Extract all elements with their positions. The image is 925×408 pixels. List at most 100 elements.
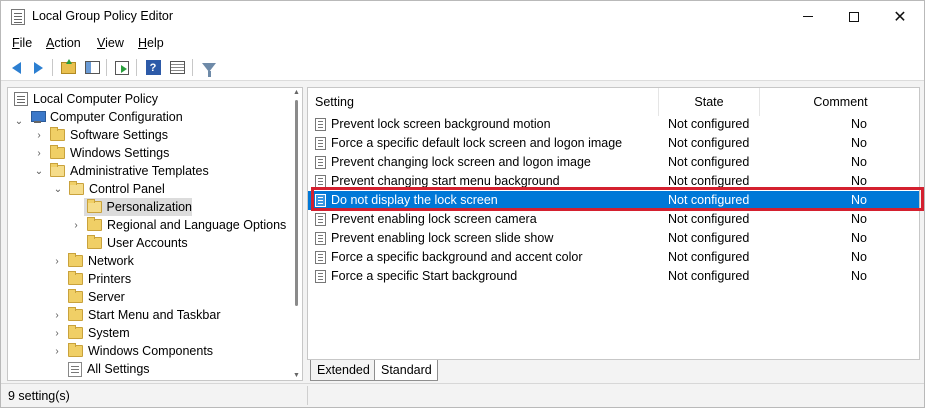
export-icon (115, 60, 129, 75)
policy-setting-icon (315, 194, 326, 207)
scroll-down-icon[interactable]: ▼ (293, 372, 300, 379)
setting-row[interactable]: Force a specific Start background Not co… (308, 267, 919, 286)
forward-button[interactable] (28, 58, 48, 77)
filter-button[interactable] (199, 58, 219, 77)
toolbar-separator (106, 59, 107, 76)
menu-view[interactable]: View (97, 36, 124, 50)
filter-icon (202, 63, 216, 77)
folder-icon (87, 235, 102, 249)
policy-setting-icon (315, 118, 326, 131)
computer-icon (30, 110, 46, 124)
column-header-comment[interactable]: Comment (760, 88, 919, 116)
folder-icon (68, 253, 83, 267)
tree-scrollbar[interactable]: ▲ ▼ (292, 88, 302, 380)
folder-icon (68, 289, 83, 303)
toolbar-separator (136, 59, 137, 76)
tree-item-all-settings[interactable]: All Settings (68, 360, 150, 378)
maximize-icon (849, 11, 859, 22)
tree-item-printers[interactable]: Printers (68, 270, 131, 288)
policy-setting-icon (315, 175, 326, 188)
chevron-right-icon[interactable]: › (52, 310, 62, 321)
menu-help[interactable]: Help (138, 36, 164, 50)
window-title: Local Group Policy Editor (32, 9, 174, 23)
menu-action[interactable]: Action (46, 36, 81, 50)
close-button[interactable]: ✕ (877, 1, 923, 32)
tree-item-regional-language-options[interactable]: › Regional and Language Options (71, 216, 286, 234)
help-icon: ? (145, 60, 161, 75)
folder-icon (50, 145, 65, 159)
show-hide-tree-button[interactable] (82, 58, 102, 77)
folder-icon (50, 127, 65, 141)
folder-icon (68, 307, 83, 321)
policy-setting-icon (315, 156, 326, 169)
folder-icon (68, 343, 83, 357)
minimize-icon (803, 16, 813, 17)
tree-item-windows-settings[interactable]: › Windows Settings (34, 144, 169, 162)
policy-setting-icon (315, 251, 326, 264)
setting-row[interactable]: Force a specific background and accent c… (308, 248, 919, 267)
setting-row[interactable]: Prevent changing lock screen and logon i… (308, 153, 919, 172)
policy-setting-icon (315, 232, 326, 245)
setting-row[interactable]: Prevent enabling lock screen camera Not … (308, 210, 919, 229)
tab-extended[interactable]: Extended (310, 360, 376, 381)
tree-item-local-computer-policy[interactable]: Local Computer Policy (14, 90, 158, 108)
back-button[interactable] (6, 58, 26, 77)
properties-button[interactable] (167, 58, 187, 77)
tree-item-control-panel[interactable]: ⌄ Control Panel (53, 180, 165, 198)
toolbar-separator (192, 59, 193, 76)
setting-row-selected[interactable]: Do not display the lock screen Not confi… (308, 191, 919, 210)
chevron-right-icon[interactable]: › (34, 130, 44, 141)
policy-setting-icon (315, 270, 326, 283)
tree-item-windows-components[interactable]: › Windows Components (52, 342, 213, 360)
window: Local Group Policy Editor ✕ File Action … (0, 0, 925, 408)
maximize-button[interactable] (831, 1, 877, 32)
tree-item-personalization[interactable]: Personalization (84, 198, 192, 216)
tree-item-administrative-templates[interactable]: ⌄ Administrative Templates (34, 162, 209, 180)
title-bar: Local Group Policy Editor ✕ (1, 1, 924, 32)
console-tree: Local Computer Policy ⌄ Computer Configur… (7, 87, 303, 381)
column-header-state[interactable]: State (659, 88, 760, 116)
status-text: 9 setting(s) (8, 389, 70, 403)
tab-standard[interactable]: Standard (374, 360, 438, 381)
column-header-setting[interactable]: Setting (308, 88, 659, 116)
menu-file[interactable]: File (12, 36, 32, 50)
help-button[interactable]: ? (143, 58, 163, 77)
setting-row[interactable]: Prevent lock screen background motion No… (308, 115, 919, 134)
status-divider (307, 386, 308, 405)
tree-item-user-accounts[interactable]: User Accounts (87, 234, 188, 252)
tree-item-start-menu-taskbar[interactable]: › Start Menu and Taskbar (52, 306, 220, 324)
properties-icon (169, 61, 185, 74)
tree-item-software-settings[interactable]: › Software Settings (34, 126, 168, 144)
folder-icon (87, 217, 102, 231)
tree-item-server[interactable]: Server (68, 288, 125, 306)
chevron-down-icon[interactable]: ⌄ (14, 116, 24, 127)
tree-item-network[interactable]: › Network (52, 252, 134, 270)
console-tree-icon (84, 61, 100, 74)
menu-bar: File Action View Help (1, 32, 924, 54)
chevron-right-icon[interactable]: › (34, 148, 44, 159)
setting-row[interactable]: Prevent changing start menu background N… (308, 172, 919, 191)
setting-row[interactable]: Force a specific default lock screen and… (308, 134, 919, 153)
scroll-up-icon[interactable]: ▲ (293, 89, 300, 96)
scrollbar-thumb[interactable] (295, 100, 298, 306)
folder-up-icon (60, 58, 76, 74)
chevron-down-icon[interactable]: ⌄ (34, 166, 44, 177)
all-settings-icon (68, 361, 82, 377)
up-one-level-button[interactable] (58, 58, 78, 77)
folder-open-icon (87, 199, 102, 213)
toolbar-separator (52, 59, 53, 76)
minimize-button[interactable] (785, 1, 831, 32)
chevron-right-icon[interactable]: › (52, 328, 62, 339)
chevron-right-icon[interactable]: › (52, 346, 62, 357)
chevron-down-icon[interactable]: ⌄ (53, 184, 63, 195)
policy-setting-icon (315, 213, 326, 226)
export-list-button[interactable] (112, 58, 132, 77)
chevron-right-icon[interactable]: › (71, 220, 81, 231)
chevron-right-icon[interactable]: › (52, 256, 62, 267)
setting-row[interactable]: Prevent enabling lock screen slide show … (308, 229, 919, 248)
tree-item-system[interactable]: › System (52, 324, 130, 342)
status-bar: 9 setting(s) (1, 383, 924, 407)
tree-item-computer-configuration[interactable]: ⌄ Computer Configuration (14, 108, 183, 127)
folder-icon (68, 325, 83, 339)
view-tabs: Extended Standard (307, 360, 920, 382)
